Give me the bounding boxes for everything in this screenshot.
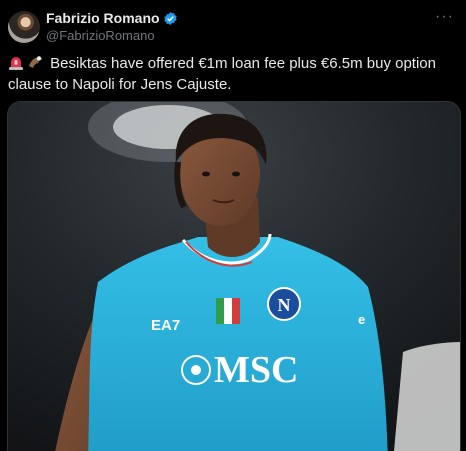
display-name-row: Fabrizio Romano bbox=[46, 10, 178, 27]
svg-text:e: e bbox=[358, 312, 365, 327]
more-options-icon[interactable]: ··· bbox=[435, 9, 454, 25]
tweet-media-photo[interactable]: N EA7 MSC e bbox=[7, 101, 461, 451]
jersey-brand-text: EA7 bbox=[151, 317, 180, 334]
eagle-icon bbox=[27, 54, 43, 75]
napoli-badge-letter: N bbox=[278, 295, 291, 315]
tweet-card[interactable]: Fabrizio Romano @FabrizioRomano ··· Besi… bbox=[0, 0, 466, 451]
tweet-header: Fabrizio Romano @FabrizioRomano bbox=[8, 8, 458, 46]
tweet-text: Besiktas have offered €1m loan fee plus … bbox=[8, 54, 458, 94]
tweet-body: Besiktas have offered €1m loan fee plus … bbox=[8, 55, 436, 93]
jersey-sponsor-text: MSC bbox=[214, 349, 298, 391]
display-name[interactable]: Fabrizio Romano bbox=[46, 10, 160, 27]
avatar[interactable] bbox=[8, 11, 40, 43]
author-handle[interactable]: @FabrizioRomano bbox=[46, 27, 178, 44]
author-names: Fabrizio Romano @FabrizioRomano bbox=[46, 10, 178, 44]
siren-icon bbox=[8, 54, 24, 75]
verified-badge-icon bbox=[163, 11, 178, 26]
